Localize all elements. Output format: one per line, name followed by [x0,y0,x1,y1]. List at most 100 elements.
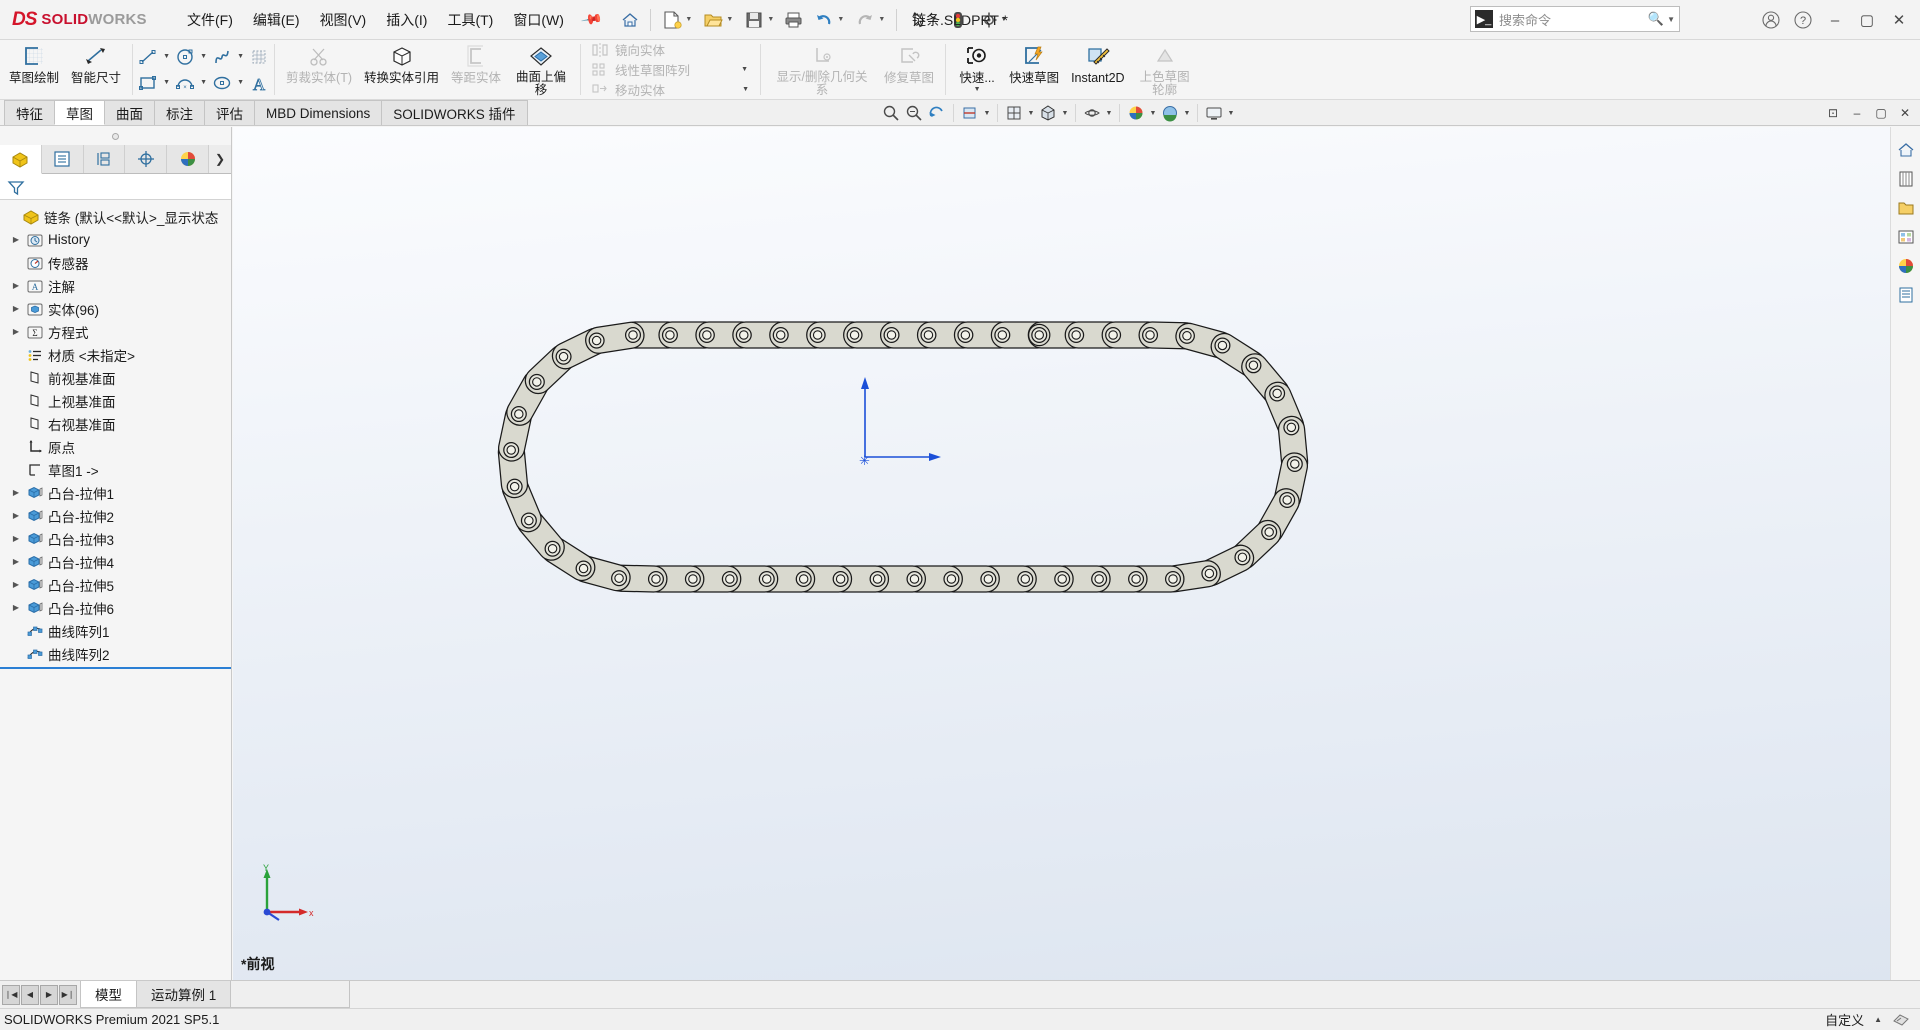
arc-icon[interactable]: × [172,71,198,95]
chevron-down-icon[interactable]: ▼ [740,86,751,93]
line-icon[interactable] [135,45,161,69]
expand-arrow-icon[interactable]: ▶ [8,534,24,543]
options-button[interactable]: ▼ [973,6,1013,34]
menu-file[interactable]: 文件(F) [178,5,242,35]
tree-item-annotations[interactable]: ▶ A 注解 [0,274,231,297]
chevron-down-icon[interactable]: ▼ [235,79,246,86]
chevron-down-icon[interactable]: ▼ [161,79,172,86]
task-pane-view-palette-icon[interactable] [1892,223,1920,251]
tab-surfaces[interactable]: 曲面 [104,100,155,125]
task-pane-design-library-icon[interactable] [1892,165,1920,193]
tree-item-boss-extrude-2[interactable]: ▶ 凸台-拉伸2 [0,504,231,527]
offset-entities-button[interactable]: 等距实体 [445,40,507,99]
offset-on-surface-button[interactable]: 曲面上偏移 [507,40,575,99]
trim-entities-button[interactable]: 剪裁实体(T) [280,40,358,99]
grid-icon[interactable] [246,45,272,69]
close-window-icon[interactable]: ✕ [1894,102,1916,124]
tab-motion-study[interactable]: 运动算例 1 [136,981,232,1008]
rollback-bar[interactable] [0,667,231,669]
expand-arrow-icon[interactable]: ▶ [8,603,24,612]
menu-tools[interactable]: 工具(T) [438,5,502,35]
home-button[interactable] [616,6,644,34]
display-manager-tab[interactable] [167,145,210,173]
property-manager-tab[interactable] [41,145,84,173]
tree-item-boss-extrude-4[interactable]: ▶ 凸台-拉伸4 [0,550,231,573]
expand-arrow-icon[interactable]: ▶ [8,327,24,336]
tab-mbd-dimensions[interactable]: MBD Dimensions [254,100,383,125]
expand-arrow-icon[interactable]: ▶ [8,304,24,313]
tree-item-history[interactable]: ▶ History [0,228,231,251]
hide-show-items-icon[interactable] [1081,102,1103,124]
help-icon[interactable]: ? [1788,5,1818,35]
dimxpert-manager-tab[interactable] [125,145,168,173]
print-button[interactable] [780,6,808,34]
graphics-area[interactable]: ✳ Y x *前视 [233,127,1920,980]
view-settings-icon[interactable] [1203,102,1225,124]
display-delete-relations-button[interactable]: 显示/删除几何关系 [766,40,878,99]
text-icon[interactable]: A [246,71,272,95]
tab-model[interactable]: 模型 [80,981,137,1008]
chevron-down-icon[interactable]: ▼ [930,16,937,23]
chevron-down-icon[interactable]: ▼ [972,86,983,93]
chevron-down-icon[interactable]: ▼ [198,53,209,60]
chevron-down-icon[interactable]: ▼ [878,16,885,23]
edit-appearance-icon[interactable] [1125,102,1147,124]
minimize-window-icon[interactable]: – [1846,102,1868,124]
search-input[interactable]: 搜索命令 [1499,10,1648,29]
rapid-sketch-button[interactable]: 快速草图 [1003,40,1065,99]
menu-view[interactable]: 视图(V) [311,5,376,35]
tree-item-curve-pattern-1[interactable]: ▶ 曲线阵列1 [0,619,231,642]
tab-sketch[interactable]: 草图 [54,100,105,125]
menu-insert[interactable]: 插入(I) [377,5,436,35]
chevron-down-icon[interactable]: ▼ [982,110,992,117]
zoom-to-area-icon[interactable] [903,102,925,124]
section-view-icon[interactable] [959,102,981,124]
search-icon[interactable]: 🔍 [1648,11,1664,27]
chevron-down-icon[interactable]: ▼ [1226,110,1236,117]
tree-item-right-plane[interactable]: ▶ 右视基准面 [0,412,231,435]
rectangle-icon[interactable] [135,71,161,95]
close-button[interactable]: ✕ [1884,5,1914,35]
tree-item-boss-extrude-3[interactable]: ▶ 凸台-拉伸3 [0,527,231,550]
convert-entities-button[interactable]: 转换实体引用 [358,40,445,99]
tree-item-material[interactable]: ▶ 材质 <未指定> [0,343,231,366]
expand-arrow-icon[interactable]: ▶ [8,511,24,520]
chevron-up-icon[interactable]: ▲ [1874,1015,1882,1024]
panel-tabs-overflow-icon[interactable]: ❯ [209,145,231,173]
expand-arrow-icon[interactable]: ▶ [8,557,24,566]
task-pane-appearances-icon[interactable] [1892,252,1920,280]
search-command-box[interactable]: ▶_ 搜索命令 🔍 ▼ [1470,6,1680,32]
ellipse-icon[interactable] [209,71,235,95]
pin-icon[interactable]: 📌 [580,8,603,32]
tree-item-front-plane[interactable]: ▶ 前视基准面 [0,366,231,389]
feature-manager-tab[interactable] [0,145,42,174]
shaded-sketch-contours-button[interactable]: 上色草图轮廓 [1131,40,1199,99]
chevron-down-icon[interactable]: ▼ [1000,16,1007,23]
chevron-down-icon[interactable]: ▼ [1060,110,1070,117]
tree-item-equations[interactable]: ▶ Σ 方程式 [0,320,231,343]
mirror-entities-item[interactable]: 镜向实体 [586,40,755,60]
tree-item-curve-pattern-2[interactable]: ▶ 曲线阵列2 [0,642,231,665]
chevron-down-icon[interactable]: ▼ [726,16,733,23]
chevron-down-icon[interactable]: ▼ [161,53,172,60]
chevron-down-icon[interactable]: ▼ [1667,15,1675,24]
view-orientation-icon[interactable] [1003,102,1025,124]
select-button[interactable]: ▼ [903,6,943,34]
home-view-icon[interactable] [1892,136,1920,164]
chevron-down-icon[interactable]: ▼ [767,16,774,23]
undo-button[interactable]: ▼ [809,6,849,34]
expand-arrow-icon[interactable]: ▶ [8,488,24,497]
zoom-to-fit-icon[interactable] [880,102,902,124]
tree-item-boss-extrude-1[interactable]: ▶ 凸台-拉伸1 [0,481,231,504]
chevron-down-icon[interactable]: ▼ [1104,110,1114,117]
apply-scene-icon[interactable] [1159,102,1181,124]
panel-drag-handle[interactable] [0,127,231,145]
previous-view-icon[interactable] [926,102,948,124]
task-pane-file-explorer-icon[interactable] [1892,194,1920,222]
quick-snaps-button[interactable]: 快速... ▼ [951,40,1003,99]
chain-model[interactable]: ✳ [233,127,1893,977]
linear-sketch-pattern-item[interactable]: 线性草图阵列 ▼ [586,60,755,80]
circle-icon[interactable] [172,45,198,69]
chevron-down-icon[interactable]: ▼ [235,53,246,60]
display-style-icon[interactable] [1037,102,1059,124]
